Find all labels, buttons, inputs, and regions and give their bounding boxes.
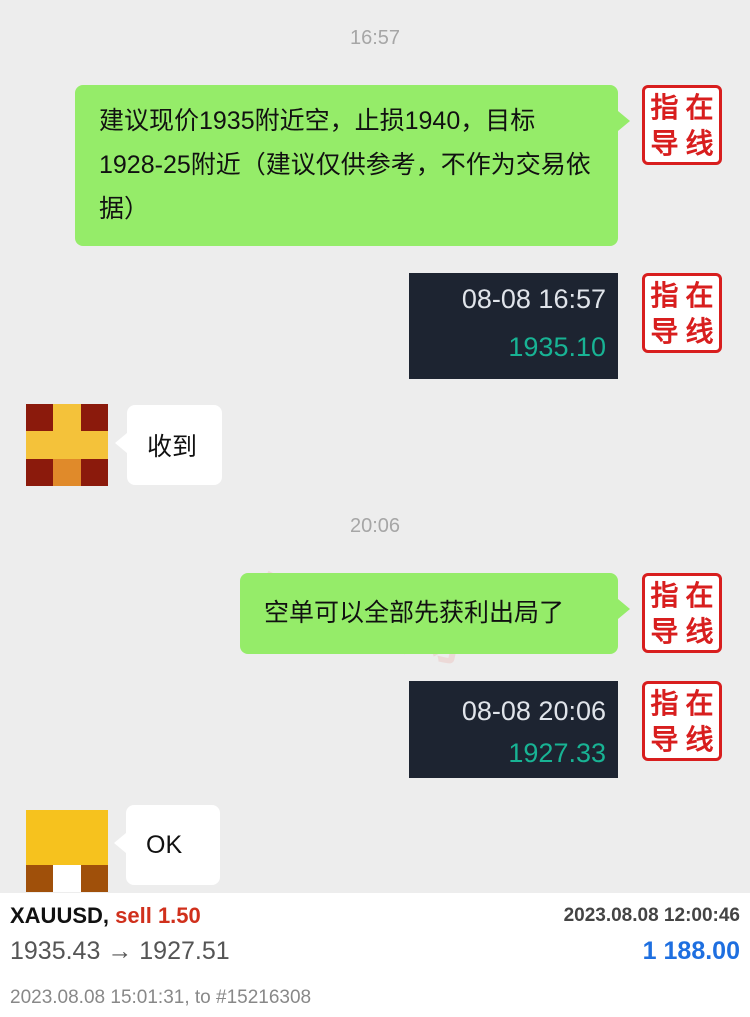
chat-timestamp: 20:06 <box>349 515 401 537</box>
contact-avatar[interactable] <box>26 404 108 486</box>
sender-avatar-seal[interactable]: 指 在 导 线 <box>642 273 722 353</box>
seal-char: 线 <box>685 615 714 648</box>
seal-char: 导 <box>650 615 679 648</box>
incoming-message[interactable]: OK <box>114 805 220 885</box>
outgoing-message[interactable]: 空单可以全部先获利出局了 <box>240 573 630 654</box>
trade-side: sell 1.50 <box>115 903 201 928</box>
symbol-text: XAUUSD, <box>10 903 110 928</box>
price-time: 08-08 20:06 <box>461 696 606 726</box>
seal-char: 线 <box>685 723 714 756</box>
seal-char: 导 <box>650 315 679 348</box>
price-value: 1935.10 <box>508 332 606 362</box>
seal-char: 线 <box>685 315 714 348</box>
outgoing-message[interactable]: 建议现价1935附近空，止损1940，目标1928-25附近（建议仅供参考，不作… <box>75 85 630 246</box>
price-screenshot[interactable]: 08-08 16:57 1935.10 <box>409 273 618 379</box>
trade-symbol: XAUUSD, sell 1.50 <box>10 903 201 929</box>
seal-char: 指 <box>650 279 679 312</box>
trade-detail: 2023.08.08 15:01:31, to #15216308 <box>10 987 312 1008</box>
seal-char: 线 <box>685 127 714 160</box>
seal-char: 指 <box>650 579 679 612</box>
price-time: 08-08 16:57 <box>461 284 606 314</box>
seal-char: 在 <box>685 279 714 312</box>
trade-close-time: 2023.08.08 12:00:46 <box>563 905 740 926</box>
incoming-message[interactable]: 收到 <box>115 405 222 485</box>
seal-char: 在 <box>685 91 714 124</box>
trade-record[interactable]: XAUUSD, sell 1.50 2023.08.08 12:00:46 19… <box>0 893 750 1017</box>
sender-avatar-seal[interactable]: 指 在 导 线 <box>642 573 722 653</box>
seal-char: 导 <box>650 723 679 756</box>
sender-avatar-seal[interactable]: 指 在 导 线 <box>642 85 722 165</box>
chat-timestamp: 16:57 <box>349 27 401 49</box>
seal-char: 导 <box>650 127 679 160</box>
trade-prices: 1935.43 → 1927.51 <box>10 937 230 965</box>
contact-avatar[interactable] <box>26 810 108 892</box>
price-screenshot[interactable]: 08-08 20:06 1927.33 <box>409 681 618 778</box>
sender-avatar-seal[interactable]: 指 在 导 线 <box>642 681 722 761</box>
seal-char: 在 <box>685 687 714 720</box>
seal-char: 指 <box>650 687 679 720</box>
price-value: 1927.33 <box>508 738 606 768</box>
seal-char: 指 <box>650 91 679 124</box>
seal-char: 在 <box>685 579 714 612</box>
trade-profit: 1 188.00 <box>642 937 740 965</box>
